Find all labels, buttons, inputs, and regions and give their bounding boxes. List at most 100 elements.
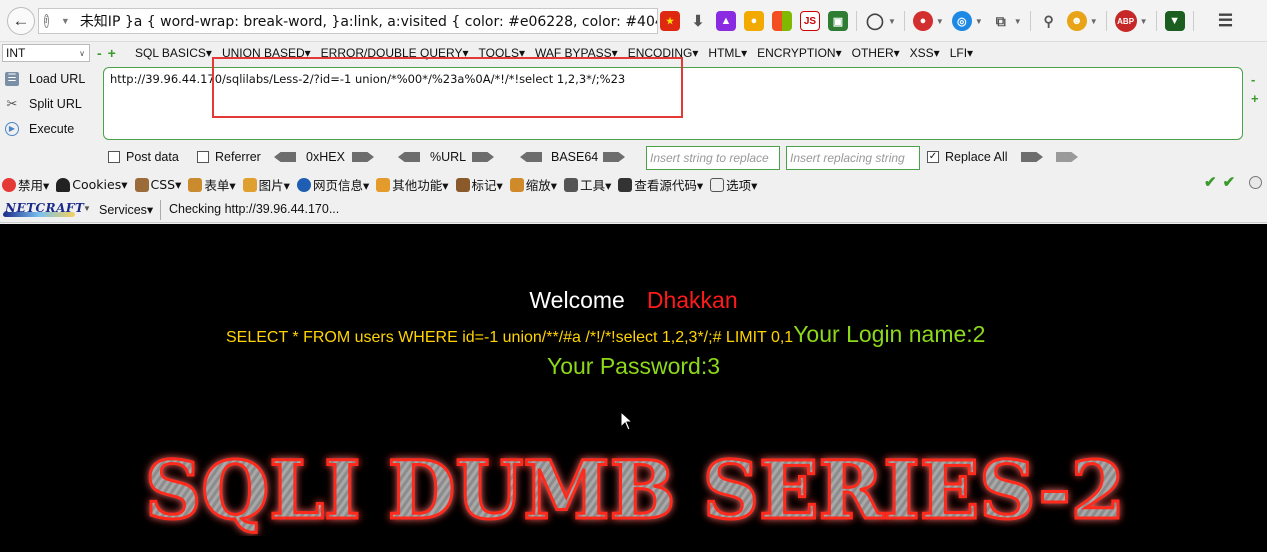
toolbar-separator (1105, 11, 1107, 31)
tool-images[interactable]: 图片▾ (242, 175, 290, 194)
tool-page-info-label: 网页信息▾ (312, 178, 370, 193)
tool-images-label: 图片▾ (258, 178, 290, 193)
lock-icon[interactable]: ● (744, 11, 764, 31)
url-encode-label: %URL (430, 150, 467, 164)
back-button[interactable]: ← (7, 7, 35, 35)
share-icon[interactable]: ⧉ (991, 11, 1011, 31)
username-text: Dhakkan (646, 287, 738, 313)
flag-icon[interactable]: ★ (660, 11, 680, 31)
address-text[interactable]: 未知IP }a { word-wrap: break-word, }a:link… (80, 11, 657, 31)
info-icon[interactable]: i (44, 14, 49, 28)
dropdown-icon[interactable]: ▼ (975, 17, 983, 26)
page-content: Welcome Dhakkan SELECT * FROM users WHERE… (0, 225, 1267, 552)
js-icon[interactable]: JS (800, 11, 820, 31)
tool-disable[interactable]: 禁用▾ (2, 175, 49, 194)
back-arrow-icon: ← (12, 11, 30, 30)
replace-all-checkbox[interactable]: ✓ Replace All (927, 150, 1008, 164)
tool-misc[interactable]: 其他功能▾ (376, 175, 449, 194)
toolbar-separator (1029, 11, 1031, 31)
play-icon: ▶ (5, 121, 19, 136)
status-circle-icon[interactable] (1249, 176, 1262, 189)
tool-resize[interactable]: 缩放▾ (509, 175, 557, 194)
mode-select-value: INT (6, 46, 26, 60)
referrer-checkbox[interactable]: Referrer (197, 150, 261, 164)
post-data-checkbox[interactable]: Post data (108, 150, 179, 164)
globe-icon[interactable]: ◎ (951, 11, 972, 31)
replace-all-arrow-icon[interactable] (1056, 152, 1078, 162)
tool-outline[interactable]: 标记▾ (455, 175, 503, 194)
hackbar-add-remove[interactable]: -+ (97, 45, 122, 61)
menu-other[interactable]: OTHER▾ (852, 46, 900, 60)
tool-options[interactable]: 选项▾ (710, 175, 757, 194)
hackbar-actions: ☰ Load URL ✂ Split URL ▶ Execute (0, 66, 100, 141)
windows-icon[interactable] (772, 11, 792, 31)
menu-lfi[interactable]: LFI▾ (950, 46, 973, 60)
hex-encode-arrow-icon[interactable] (352, 152, 374, 162)
netcraft-toolbar: NETCRAFT ▼ Services▾ Checking http://39.… (0, 197, 1267, 223)
palette-icon[interactable]: ◯ (865, 11, 885, 31)
mode-select[interactable]: INT ∨ (2, 44, 90, 62)
menu-html[interactable]: HTML▾ (708, 46, 747, 60)
post-data-box[interactable] (108, 151, 120, 163)
referrer-box[interactable] (197, 151, 209, 163)
tool-forms-label: 表单▾ (204, 178, 236, 193)
hex-label: 0xHEX (306, 150, 345, 164)
hackbar-options: Post data Referrer 0xHEX %URL BASE64 Ins… (0, 145, 1267, 170)
hackbar-side-controls[interactable]: - + (1251, 70, 1259, 108)
adblock-icon[interactable]: ABP (1114, 10, 1137, 32)
record-icon[interactable]: ● (912, 11, 933, 31)
execute-button[interactable]: ▶ Execute (0, 116, 100, 141)
tool-css-label: CSS▾ (150, 177, 182, 192)
split-url-label: Split URL (29, 96, 82, 111)
search-icon[interactable]: ⚲ (1039, 11, 1059, 31)
replace-arrow-icon[interactable] (1021, 152, 1043, 162)
address-bar[interactable]: i ▼ 未知IP }a { word-wrap: break-word, }a:… (38, 8, 658, 34)
shield-icon[interactable]: ▼ (1164, 11, 1185, 31)
netcraft-logo[interactable]: NETCRAFT (5, 201, 84, 215)
base64-label: BASE64 (551, 150, 599, 164)
tool-cookies[interactable]: Cookies▾ (56, 175, 128, 194)
base64-decode-arrow-icon[interactable] (520, 152, 542, 162)
monkey-icon[interactable]: ☻ (1066, 11, 1087, 31)
scissors-icon: ✂ (6, 95, 18, 111)
load-icon: ☰ (5, 71, 19, 86)
welcome-text: Welcome (529, 287, 625, 313)
tool-forms[interactable]: 表单▾ (188, 175, 236, 194)
base64-encode-arrow-icon[interactable] (603, 152, 625, 162)
tool-tools[interactable]: 工具▾ (564, 175, 611, 194)
dropdown-icon[interactable]: ▼ (936, 17, 944, 26)
validation-check-icons[interactable]: ✔✔ (1204, 173, 1241, 191)
url-encode-arrow-icon[interactable] (472, 152, 494, 162)
replace-string-input[interactable]: Insert string to replace (646, 146, 780, 170)
tool-view-source[interactable]: 查看源代码▾ (618, 175, 703, 194)
load-url-button[interactable]: ☰ Load URL (0, 66, 100, 91)
dropdown-icon[interactable]: ▼ (61, 16, 70, 26)
netcraft-services-menu[interactable]: Services▾ (99, 202, 153, 217)
menu-encryption[interactable]: ENCRYPTION▾ (757, 46, 841, 60)
tool-tools-label: 工具▾ (580, 178, 612, 193)
hex-decode-arrow-icon[interactable] (274, 152, 296, 162)
url-decode-arrow-icon[interactable] (398, 152, 420, 162)
stylish-icon[interactable]: ▲ (716, 11, 736, 31)
menu-icon[interactable]: ☰ (1216, 11, 1236, 31)
screenshot-icon[interactable]: ▣ (828, 11, 848, 31)
tool-page-info[interactable]: 网页信息▾ (296, 175, 370, 194)
replace-all-box[interactable]: ✓ (927, 151, 939, 163)
dropdown-icon[interactable]: ▼ (1014, 17, 1022, 26)
dropdown-icon[interactable]: ▼ (1140, 17, 1148, 26)
replacing-string-input[interactable]: Insert replacing string (786, 146, 920, 170)
download-icon[interactable]: ⬇ (688, 11, 708, 31)
menu-xss[interactable]: XSS▾ (910, 46, 940, 60)
navigation-bar: ← i ▼ 未知IP }a { word-wrap: break-word, }… (0, 0, 1267, 42)
password-text: Your Password:3 (546, 353, 721, 379)
resize-icon (509, 177, 524, 192)
menu-sql-basics[interactable]: SQL BASICS▾ (135, 46, 212, 60)
tool-css[interactable]: CSS▾ (134, 175, 182, 194)
dropdown-icon[interactable]: ▼ (1090, 17, 1098, 26)
referrer-label: Referrer (215, 150, 261, 164)
split-url-button[interactable]: ✂ Split URL (0, 91, 100, 116)
dropdown-icon[interactable]: ▼ (888, 17, 896, 26)
dropdown-icon[interactable]: ▼ (83, 204, 91, 213)
misc-icon (376, 177, 391, 192)
sqli-banner: SQLI DUMB SERIES-2 (144, 446, 1127, 536)
